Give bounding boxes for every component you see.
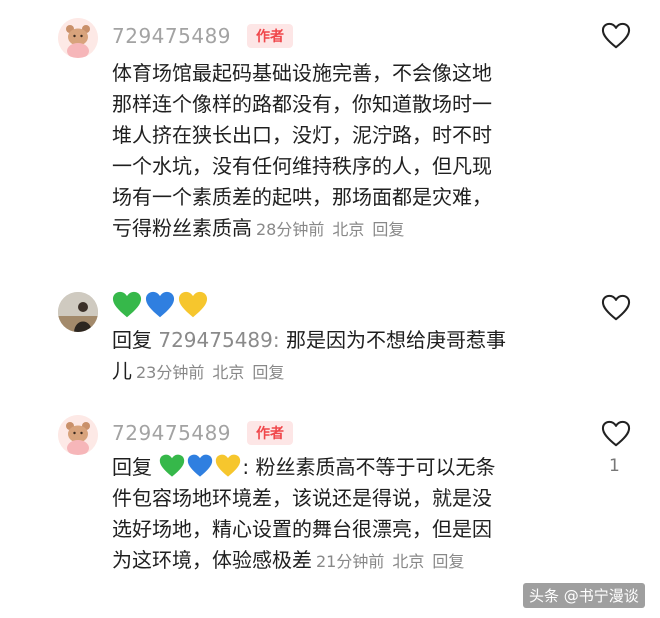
comment-text: 体育场馆最起码基础设施完善，不会像这地 那样连个像样的路都没有，你知道散场时一 …	[112, 58, 572, 245]
username[interactable]: 729475489	[112, 24, 231, 48]
comment-line-text: 儿	[112, 359, 132, 383]
author-badge: 作者	[247, 421, 293, 445]
comment-line: 堆人挤在狭长出口，没灯，泥泞路，时不时	[112, 123, 492, 147]
emoji-row	[112, 290, 208, 320]
source-watermark: 头条 @书宁漫谈	[523, 583, 645, 608]
author-badge: 作者	[247, 24, 293, 48]
comment-line: 为这环境，体验感极差 21分钟前 北京 回复	[112, 545, 572, 577]
yellow-heart-icon	[215, 453, 241, 479]
like-count: 1	[609, 456, 620, 476]
username[interactable]: 729475489	[112, 421, 231, 445]
comment-time: 23分钟前	[136, 363, 205, 382]
comment-line: 件包容场地环境差，该说还是得说，就是没	[112, 486, 492, 510]
comment-line: 那样连个像样的路都没有，你知道散场时一	[112, 92, 492, 116]
reply-button[interactable]: 回复	[432, 552, 464, 571]
cat-avatar-icon	[58, 415, 98, 455]
user-avatar[interactable]	[58, 292, 98, 332]
comment-time: 28分钟前	[256, 220, 325, 239]
comment-line: 场有一个素质差的起哄，那场面都是灾难，	[112, 185, 492, 209]
heart-outline-icon[interactable]	[601, 22, 631, 50]
comment-location: 北京	[212, 363, 245, 382]
comment-line-text: 那是因为不想给庚哥惹事	[285, 328, 506, 352]
comment-line: 回复 : 粉丝素质高不等于可以无条	[112, 452, 572, 483]
yellow-heart-icon	[178, 290, 208, 320]
comment-line-text: 为这环境，体验感极差	[112, 548, 312, 572]
reply-target-username[interactable]: 729475489:	[158, 328, 279, 352]
reply-button[interactable]: 回复	[372, 220, 404, 239]
comment-text: 回复 729475489: 那是因为不想给庚哥惹事 儿 23分钟前 北京 回复	[112, 325, 572, 388]
comment-time: 21分钟前	[316, 552, 385, 571]
heart-outline-icon[interactable]	[601, 420, 631, 448]
comment-location: 北京	[332, 220, 365, 239]
blue-heart-icon	[145, 290, 175, 320]
green-heart-icon	[159, 453, 185, 479]
person-photo-icon	[58, 292, 98, 332]
comment-meta: 23分钟前 北京 回复	[136, 363, 292, 382]
cat-avatar-icon	[58, 18, 98, 58]
comment-line: 回复 729475489: 那是因为不想给庚哥惹事	[112, 325, 572, 356]
comment-meta: 28分钟前 北京 回复	[256, 220, 412, 239]
comment-line: 一个水坑，没有任何维持秩序的人，但凡现	[112, 154, 492, 178]
green-heart-icon	[112, 290, 142, 320]
reply-prefix: 回复	[112, 328, 152, 352]
comment-line-text: 亏得粉丝素质高	[112, 216, 252, 240]
comment-line: 儿 23分钟前 北京 回复	[112, 356, 572, 388]
heart-outline-icon[interactable]	[601, 294, 631, 322]
comment-line: 体育场馆最起码基础设施完善，不会像这地	[112, 61, 492, 85]
comment-line: 选好场地，精心设置的舞台很漂亮，但是因	[112, 517, 492, 541]
blue-heart-icon	[187, 453, 213, 479]
comment-line-text: : 粉丝素质高不等于可以无条	[242, 455, 496, 479]
comment-location: 北京	[392, 552, 425, 571]
comment-line: 亏得粉丝素质高 28分钟前 北京 回复	[112, 213, 572, 245]
user-avatar[interactable]	[58, 415, 98, 455]
user-avatar[interactable]	[58, 18, 98, 58]
reply-prefix: 回复	[112, 455, 152, 479]
reply-button[interactable]: 回复	[252, 363, 284, 382]
comment-meta: 21分钟前 北京 回复	[316, 552, 472, 571]
comment-text: 回复 : 粉丝素质高不等于可以无条 件包容场地环境差，该说还是得说，就是没 选好…	[112, 452, 572, 577]
